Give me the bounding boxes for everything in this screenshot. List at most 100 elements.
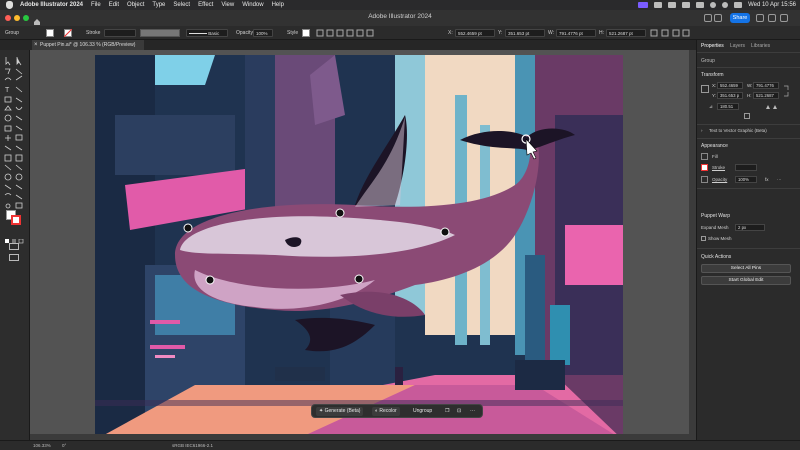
fill-swatch[interactable] [701, 153, 708, 160]
document-tab[interactable]: × Puppet Pin.ai* @ 106.33 % (RGB/Preview… [32, 40, 144, 50]
opacity-field[interactable]: 100% [735, 176, 757, 183]
apple-icon[interactable] [6, 1, 13, 9]
y-field[interactable]: 351.653 pt [505, 29, 545, 37]
transform-icons[interactable] [650, 29, 690, 37]
draw-mode-icon[interactable] [9, 243, 19, 250]
status-menu-extras: Wed 10 Apr 15:56 [638, 0, 796, 10]
tab-libraries[interactable]: Libraries [751, 43, 770, 49]
tab-properties[interactable]: Properties [701, 43, 724, 49]
rotation-field[interactable]: 0° [62, 443, 66, 448]
mail-icon[interactable] [654, 2, 663, 8]
opacity-label[interactable]: Opacity [712, 177, 727, 182]
lock-icon[interactable]: ⊡ [454, 407, 464, 416]
control-bar: Group Stroke Basic Opacity 100% Style X:… [0, 26, 800, 40]
menu-help[interactable]: Help [272, 2, 284, 8]
menu-app-name[interactable]: Adobe Illustrator 2024 [20, 2, 83, 8]
tab-layers[interactable]: Layers [730, 43, 745, 49]
constrain-proportions-icon[interactable] [783, 85, 789, 97]
rotate-icon: ⊿ [709, 104, 713, 109]
h-label: H: [747, 93, 752, 98]
menu-edit[interactable]: Edit [109, 2, 119, 8]
more-appearance-icon[interactable]: ··· [777, 177, 782, 182]
brush-definition[interactable]: Basic [186, 29, 228, 37]
y-label: Y: [498, 30, 503, 36]
panel-h-field[interactable]: 521.2687 [753, 92, 779, 99]
artboard-illustration[interactable] [95, 55, 623, 440]
flip-icons[interactable] [765, 104, 779, 110]
search-icon[interactable] [780, 14, 788, 22]
opacity-icon [701, 176, 708, 183]
menu-file[interactable]: File [91, 2, 101, 8]
panel-w-field[interactable]: 791.4776 [753, 82, 779, 89]
menu-view[interactable]: View [221, 2, 234, 8]
panel-y-field[interactable]: 351.653 p [717, 92, 743, 99]
stroke-label[interactable]: Stroke [712, 165, 725, 170]
stroke-swatch[interactable] [64, 29, 72, 37]
stroke-weight-field[interactable] [735, 164, 757, 171]
menubar-clock[interactable]: Wed 10 Apr 15:56 [748, 2, 796, 8]
chevron-right-icon[interactable]: › [701, 128, 703, 133]
stroke-swatch[interactable] [701, 164, 708, 171]
share-button[interactable]: Share [730, 13, 750, 23]
ungroup-button[interactable]: Ungroup [410, 407, 435, 416]
generate-beta-button[interactable]: ✦ Generate (Beta) [316, 407, 364, 416]
h-field[interactable]: 521.2687 pt [606, 29, 646, 37]
workspace-icon[interactable] [768, 14, 776, 22]
stroke-color-icon[interactable] [11, 215, 21, 225]
arrange-icon[interactable] [714, 14, 722, 22]
recolor-button[interactable]: ◐ Recolor [372, 407, 400, 416]
variable-width-profile[interactable] [140, 29, 180, 37]
learn-icon[interactable] [756, 14, 764, 22]
w-field[interactable]: 791.4776 pt [556, 29, 596, 37]
stroke-weight-field[interactable] [104, 29, 136, 37]
text-to-vector-link[interactable]: Text to Vector Graphic (Beta) [709, 128, 767, 133]
svg-text:T: T [5, 87, 10, 94]
menu-select[interactable]: Select [173, 2, 190, 8]
app-status-icon[interactable] [638, 2, 649, 8]
y-label: Y: [712, 93, 717, 98]
menu-type[interactable]: Type [152, 2, 165, 8]
rotate-field[interactable]: 180.51 [717, 103, 739, 110]
window-title: Adobe Illustrator 2024 [368, 13, 432, 20]
appearance-header: Appearance [701, 143, 728, 149]
color-mode-icons[interactable] [5, 231, 25, 244]
status-bar: 106.33% 0° sRGB IEC61966-2.1 [0, 440, 800, 450]
w-label: W: [747, 83, 753, 88]
battery-icon[interactable] [696, 2, 705, 8]
fill-label: Fill [712, 154, 718, 159]
cloud-icon[interactable] [704, 14, 712, 22]
x-field[interactable]: 552.4659 pt [455, 29, 495, 37]
more-transform-icon[interactable] [744, 113, 750, 119]
expand-mesh-field[interactable]: 2 px [735, 224, 765, 231]
opacity-field[interactable]: 100% [253, 29, 273, 37]
graphic-style-swatch[interactable] [302, 29, 310, 37]
display-icon[interactable] [668, 2, 677, 8]
fill-swatch[interactable] [46, 29, 54, 37]
menu-object[interactable]: Object [127, 2, 144, 8]
contextual-task-bar: ✦ Generate (Beta) ◐ Recolor Ungroup ❐ ⊡ … [311, 404, 483, 418]
select-all-pins-button[interactable]: Select All Pins [701, 264, 791, 273]
arrange-icon[interactable]: ❐ [442, 407, 452, 416]
wifi-icon[interactable] [710, 2, 717, 8]
zoom-field[interactable]: 106.33% [33, 443, 51, 448]
menu-window[interactable]: Window [242, 2, 263, 8]
w-label: W: [548, 30, 555, 36]
menu-effect[interactable]: Effect [198, 2, 213, 8]
align-icons[interactable] [316, 29, 376, 37]
start-global-edit-button[interactable]: Start Global Edit [701, 276, 791, 285]
fx-icon[interactable]: fx [765, 177, 769, 182]
search-icon[interactable] [722, 2, 729, 8]
window-title-bar: Adobe Illustrator 2024 Share [0, 10, 800, 26]
audio-icon[interactable] [682, 2, 691, 8]
more-options-icon[interactable]: ··· [467, 407, 478, 416]
show-mesh-label: Show Mesh [708, 236, 732, 241]
divider [697, 188, 800, 189]
reference-point-icon[interactable] [701, 85, 709, 93]
divider [697, 248, 800, 249]
screen-mode-icon[interactable] [9, 254, 19, 261]
show-mesh-checkbox[interactable] [701, 236, 706, 241]
vertical-scrollbar[interactable] [689, 50, 696, 440]
close-tab-icon[interactable]: × [34, 40, 38, 50]
panel-x-field[interactable]: 552.4659 [717, 82, 743, 89]
control-center-icon[interactable] [734, 2, 743, 8]
